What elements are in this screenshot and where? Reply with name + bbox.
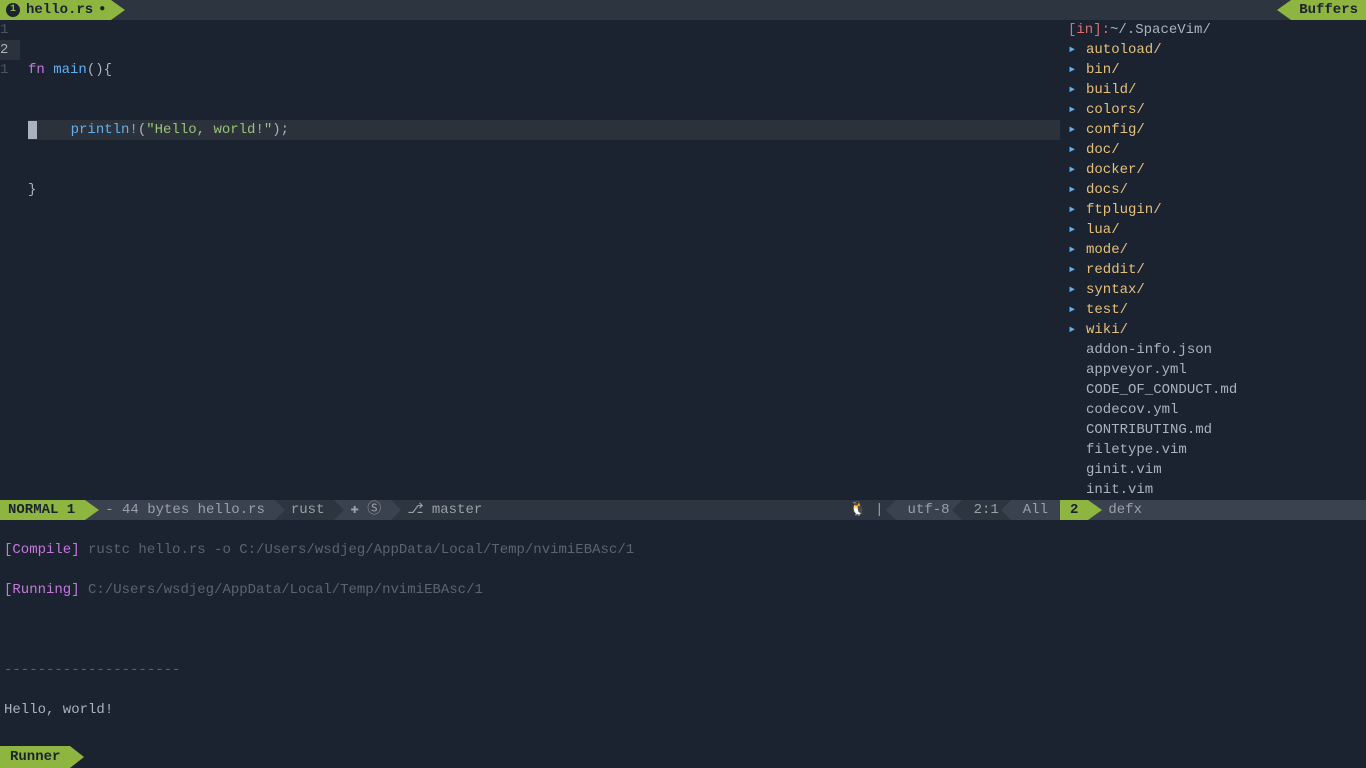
line-gutter: 1 2 1 <box>0 20 28 500</box>
gutter-line-current: 2 <box>0 40 20 60</box>
file-tree-folder[interactable]: ▸ docs/ <box>1068 180 1366 200</box>
filetree-name: defx <box>1088 500 1366 520</box>
folder-name: doc/ <box>1086 140 1120 160</box>
file-tree-file[interactable]: addon-info.json <box>1068 340 1366 360</box>
scroll-percent: All <box>1011 500 1060 520</box>
chevron-right-icon: ▸ <box>1068 100 1078 120</box>
folder-name: wiki/ <box>1086 320 1128 340</box>
status-line: NORMAL 1 - 44 bytes hello.rs rust ✚ Ⓢ ⎇ … <box>0 500 1366 520</box>
compile-command: rustc hello.rs -o C:/Users/wsdjeg/AppDat… <box>80 542 635 558</box>
folder-name: reddit/ <box>1086 260 1145 280</box>
chevron-right-icon: ▸ <box>1068 160 1078 180</box>
running-tag: [Running] <box>4 582 80 598</box>
code-line-current: println!("Hello, world!"); <box>28 120 1060 140</box>
modified-dot-icon: ● <box>99 0 105 20</box>
file-tree-folder[interactable]: ▸ docker/ <box>1068 160 1366 180</box>
file-tree-folder[interactable]: ▸ mode/ <box>1068 240 1366 260</box>
runner-output[interactable]: [Compile] rustc hello.rs -o C:/Users/wsd… <box>0 520 1366 746</box>
output-separator: --------------------- <box>4 660 1362 680</box>
gutter-line: 1 <box>0 60 20 80</box>
file-name: codecov.yml <box>1086 400 1178 420</box>
folder-name: docker/ <box>1086 160 1145 180</box>
file-tree-folder[interactable]: ▸ reddit/ <box>1068 260 1366 280</box>
runner-tab[interactable]: Runner <box>0 746 70 768</box>
running-command: C:/Users/wsdjeg/AppData/Local/Temp/nvimi… <box>80 582 483 598</box>
file-tree-folder[interactable]: ▸ ftplugin/ <box>1068 200 1366 220</box>
chevron-right-icon: ▸ <box>1068 240 1078 260</box>
file-explorer[interactable]: [in]: ~/.SpaceVim/ ▸ autoload/ ▸ bin/ ▸ build… <box>1060 20 1366 500</box>
code-line: } <box>28 180 1060 200</box>
chevron-right-icon: ▸ <box>1068 280 1078 300</box>
file-tree-folder[interactable]: ▸ lua/ <box>1068 220 1366 240</box>
chevron-right-icon: ▸ <box>1068 300 1078 320</box>
file-tree-file[interactable]: ginit.vim <box>1068 460 1366 480</box>
chevron-right-icon: ▸ <box>1068 80 1078 100</box>
file-name: ginit.vim <box>1086 460 1162 480</box>
compile-tag: [Compile] <box>4 542 80 558</box>
folder-name: ftplugin/ <box>1086 200 1162 220</box>
file-info: - 44 bytes hello.rs <box>85 500 275 520</box>
cursor-icon <box>28 121 37 139</box>
file-explorer-header: [in]: ~/.SpaceVim/ <box>1068 20 1366 40</box>
chevron-right-icon: ▸ <box>1068 200 1078 220</box>
tab-file[interactable]: 1 hello.rs ● <box>0 0 111 20</box>
chevron-right-icon: ▸ <box>1068 220 1078 240</box>
code-editor[interactable]: 1 2 1 fn main(){ println!("Hello, world!… <box>0 20 1060 500</box>
folder-name: docs/ <box>1086 180 1128 200</box>
file-name: init.vim <box>1086 480 1153 500</box>
file-tree-folder[interactable]: ▸ autoload/ <box>1068 40 1366 60</box>
file-name: CODE_OF_CONDUCT.md <box>1086 380 1237 400</box>
chevron-right-icon: ▸ <box>1068 40 1078 60</box>
mode-indicator: NORMAL 1 <box>0 500 85 520</box>
file-tree-file[interactable]: CODE_OF_CONDUCT.md <box>1068 380 1366 400</box>
folder-name: config/ <box>1086 120 1145 140</box>
folder-name: colors/ <box>1086 100 1145 120</box>
window-number: 2 <box>1060 500 1088 520</box>
file-tree-folder[interactable]: ▸ test/ <box>1068 300 1366 320</box>
file-tree-folder[interactable]: ▸ syntax/ <box>1068 280 1366 300</box>
folder-name: build/ <box>1086 80 1136 100</box>
git-branch: ⎇ master <box>391 500 494 520</box>
program-output: Hello, world! <box>4 700 1362 720</box>
chevron-right-icon: ▸ <box>1068 120 1078 140</box>
file-tree-folder[interactable]: ▸ build/ <box>1068 80 1366 100</box>
chevron-right-icon: ▸ <box>1068 60 1078 80</box>
file-name: appveyor.yml <box>1086 360 1187 380</box>
file-tree-folder[interactable]: ▸ wiki/ <box>1068 320 1366 340</box>
file-tree-file[interactable]: codecov.yml <box>1068 400 1366 420</box>
folder-name: mode/ <box>1086 240 1128 260</box>
chevron-right-icon: ▸ <box>1068 320 1078 340</box>
file-tree-folder[interactable]: ▸ doc/ <box>1068 140 1366 160</box>
folder-name: syntax/ <box>1086 280 1145 300</box>
bottom-bar: Runner <box>0 746 1366 768</box>
code-area[interactable]: fn main(){ println!("Hello, world!"); } <box>28 20 1060 500</box>
folder-name: lua/ <box>1086 220 1120 240</box>
file-tree-file[interactable]: appveyor.yml <box>1068 360 1366 380</box>
folder-name: test/ <box>1086 300 1128 320</box>
tab-number-badge: 1 <box>6 3 20 17</box>
file-tree-file[interactable]: filetype.vim <box>1068 440 1366 460</box>
folder-name: bin/ <box>1086 60 1120 80</box>
tab-buffers[interactable]: Buffers <box>1291 0 1366 20</box>
file-tree-folder[interactable]: ▸ bin/ <box>1068 60 1366 80</box>
tab-bar: 1 hello.rs ● Buffers <box>0 0 1366 20</box>
gutter-line: 1 <box>0 20 20 40</box>
file-name: CONTRIBUTING.md <box>1086 420 1212 440</box>
file-name: addon-info.json <box>1086 340 1212 360</box>
file-tree-folder[interactable]: ▸ colors/ <box>1068 100 1366 120</box>
folder-name: autoload/ <box>1086 40 1162 60</box>
code-line: fn main(){ <box>28 60 1060 80</box>
chevron-right-icon: ▸ <box>1068 260 1078 280</box>
file-tree-file[interactable]: init.vim <box>1068 480 1366 500</box>
tab-filename: hello.rs <box>26 0 93 20</box>
chevron-right-icon: ▸ <box>1068 140 1078 160</box>
file-tree-file[interactable]: CONTRIBUTING.md <box>1068 420 1366 440</box>
file-name: filetype.vim <box>1086 440 1187 460</box>
file-tree-folder[interactable]: ▸ config/ <box>1068 120 1366 140</box>
chevron-right-icon: ▸ <box>1068 180 1078 200</box>
